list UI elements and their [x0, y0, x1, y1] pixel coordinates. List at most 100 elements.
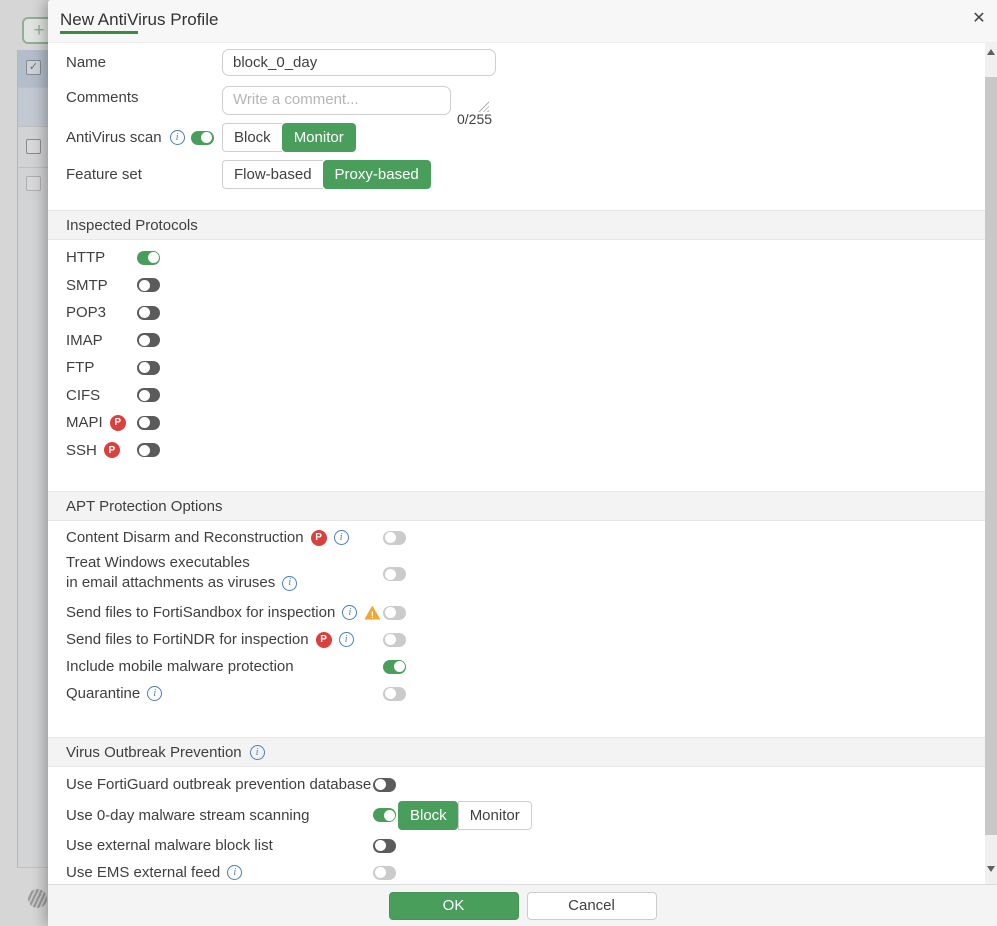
antivirus-scan-row: AntiVirus scan i Block Monitor [48, 123, 985, 152]
info-icon[interactable]: i [339, 632, 354, 647]
fortiguard-outbreak-row: Use FortiGuard outbreak prevention datab… [48, 771, 985, 798]
info-icon[interactable]: i [282, 576, 297, 591]
cifs-toggle[interactable] [137, 388, 160, 402]
external-malware-list-row: Use external malware block list [48, 832, 985, 859]
row-label: Send files to FortiSandbox for inspectio… [66, 604, 335, 621]
mapi-toggle[interactable] [137, 416, 160, 430]
imap-toggle[interactable] [137, 333, 160, 347]
row-label: Use FortiGuard outbreak prevention datab… [66, 776, 371, 793]
proxy-only-badge: P [316, 632, 332, 648]
flow-based-button[interactable]: Flow-based [222, 160, 323, 189]
smtp-toggle[interactable] [137, 278, 160, 292]
row-label: Quarantine [66, 685, 140, 702]
feature-set-row: Feature set Flow-based Proxy-based [48, 160, 985, 189]
row-label: Include mobile malware protection [66, 658, 294, 675]
protocol-row-mapi: MAPI P [48, 409, 985, 437]
protocol-row-ftp: FTP [48, 354, 985, 382]
feature-set-segmented: Flow-based Proxy-based [222, 160, 431, 189]
ems-external-feed-toggle [373, 866, 396, 880]
info-icon[interactable]: i [342, 605, 357, 620]
proxy-only-badge: P [104, 442, 120, 458]
dialog-header: New AntiVirus Profile ✕ [48, 0, 997, 43]
protocol-row-ssh: SSH P [48, 437, 985, 465]
background-table: ✓ [17, 50, 48, 868]
zero-day-mode-segmented: Block Monitor [398, 801, 532, 830]
treat-windows-executables-toggle [383, 567, 406, 581]
dialog-title: New AntiVirus Profile [60, 10, 218, 30]
fortiguard-outbreak-toggle[interactable] [373, 778, 396, 792]
mobile-malware-row: Include mobile malware protection [48, 653, 985, 680]
name-row: Name [48, 49, 985, 76]
fortisandbox-toggle [383, 606, 406, 620]
title-underline [60, 31, 138, 34]
fortisandbox-row: Send files to FortiSandbox for inspectio… [48, 599, 985, 626]
scroll-down-icon[interactable] [987, 866, 995, 872]
warning-icon[interactable]: ! [364, 606, 380, 620]
row-label: Content Disarm and Reconstruction [66, 529, 304, 546]
row-label: Send files to FortiNDR for inspection [66, 631, 309, 648]
protocols-list: HTTP SMTP POP3 IMAP FTP CIFS [48, 240, 985, 464]
zero-day-scanning-row: Use 0-day malware stream scanning Block … [48, 800, 985, 830]
info-icon[interactable]: i [147, 686, 162, 701]
inspected-protocols-header: Inspected Protocols [48, 210, 985, 240]
row-label: Use EMS external feed [66, 864, 220, 881]
ssh-toggle[interactable] [137, 443, 160, 457]
cancel-button[interactable]: Cancel [527, 892, 657, 920]
name-input[interactable] [222, 49, 496, 76]
dialog-body: Name Comments 0/255 AntiVirus scan i Blo… [48, 43, 985, 884]
protocol-label: POP3 [66, 304, 106, 321]
content-disarm-toggle [383, 531, 406, 545]
proxy-only-badge: P [110, 415, 126, 431]
quarantine-row: Quarantine i [48, 680, 985, 707]
ftp-toggle[interactable] [137, 361, 160, 375]
protocol-label: SMTP [66, 277, 108, 294]
apt-options-header: APT Protection Options [48, 491, 985, 521]
info-icon[interactable]: i [170, 130, 185, 145]
info-icon[interactable]: i [227, 865, 242, 880]
protocol-label: CIFS [66, 387, 100, 404]
http-toggle[interactable] [137, 251, 160, 265]
protocol-row-cifs: CIFS [48, 382, 985, 410]
row-label-line2: in email attachments as viruses [66, 573, 275, 593]
apt-options-list: Content Disarm and Reconstruction P i Tr… [48, 521, 985, 707]
protocol-row-http: HTTP [48, 244, 985, 272]
zero-day-scanning-toggle[interactable] [373, 808, 396, 822]
pop3-toggle[interactable] [137, 306, 160, 320]
protocol-row-imap: IMAP [48, 327, 985, 355]
comments-label: Comments [66, 86, 222, 106]
zero-day-block-button[interactable]: Block [398, 801, 458, 830]
zero-day-monitor-button[interactable]: Monitor [458, 801, 532, 830]
content-disarm-row: Content Disarm and Reconstruction P i [48, 524, 985, 551]
virus-outbreak-list: Use FortiGuard outbreak prevention datab… [48, 767, 985, 884]
virus-outbreak-header: Virus Outbreak Prevention i [48, 737, 985, 767]
close-icon[interactable]: ✕ [968, 8, 990, 30]
scroll-up-icon[interactable] [987, 49, 995, 55]
info-icon[interactable]: i [250, 745, 265, 760]
comments-counter: 0/255 [457, 111, 492, 127]
antivirus-scan-label: AntiVirus scan [66, 129, 162, 146]
treat-windows-executables-row: Treat Windows executables in email attac… [48, 551, 985, 595]
external-malware-list-toggle[interactable] [373, 839, 396, 853]
protocol-row-smtp: SMTP [48, 272, 985, 300]
scan-monitor-button[interactable]: Monitor [282, 123, 356, 152]
vertical-scrollbar[interactable] [985, 43, 997, 884]
table-row [18, 88, 48, 127]
protocol-label: SSH [66, 442, 97, 459]
quarantine-toggle [383, 687, 406, 701]
row-label: Use 0-day malware stream scanning [66, 807, 309, 824]
mobile-malware-toggle[interactable] [383, 660, 406, 674]
scrollbar-thumb[interactable] [985, 77, 997, 835]
row-label-line1: Treat Windows executables [66, 553, 250, 573]
name-label: Name [66, 54, 222, 71]
ok-button[interactable]: OK [389, 892, 519, 920]
antivirus-scan-toggle[interactable] [191, 131, 214, 145]
feature-set-label: Feature set [66, 166, 222, 183]
protocol-label: IMAP [66, 332, 103, 349]
protocol-label: HTTP [66, 249, 105, 266]
ems-external-feed-row: Use EMS external feed i [48, 859, 985, 884]
proxy-based-button[interactable]: Proxy-based [323, 160, 431, 189]
comments-input[interactable] [222, 86, 451, 115]
info-icon[interactable]: i [334, 530, 349, 545]
scan-block-button[interactable]: Block [222, 123, 282, 152]
checkbox-unchecked [26, 139, 41, 154]
